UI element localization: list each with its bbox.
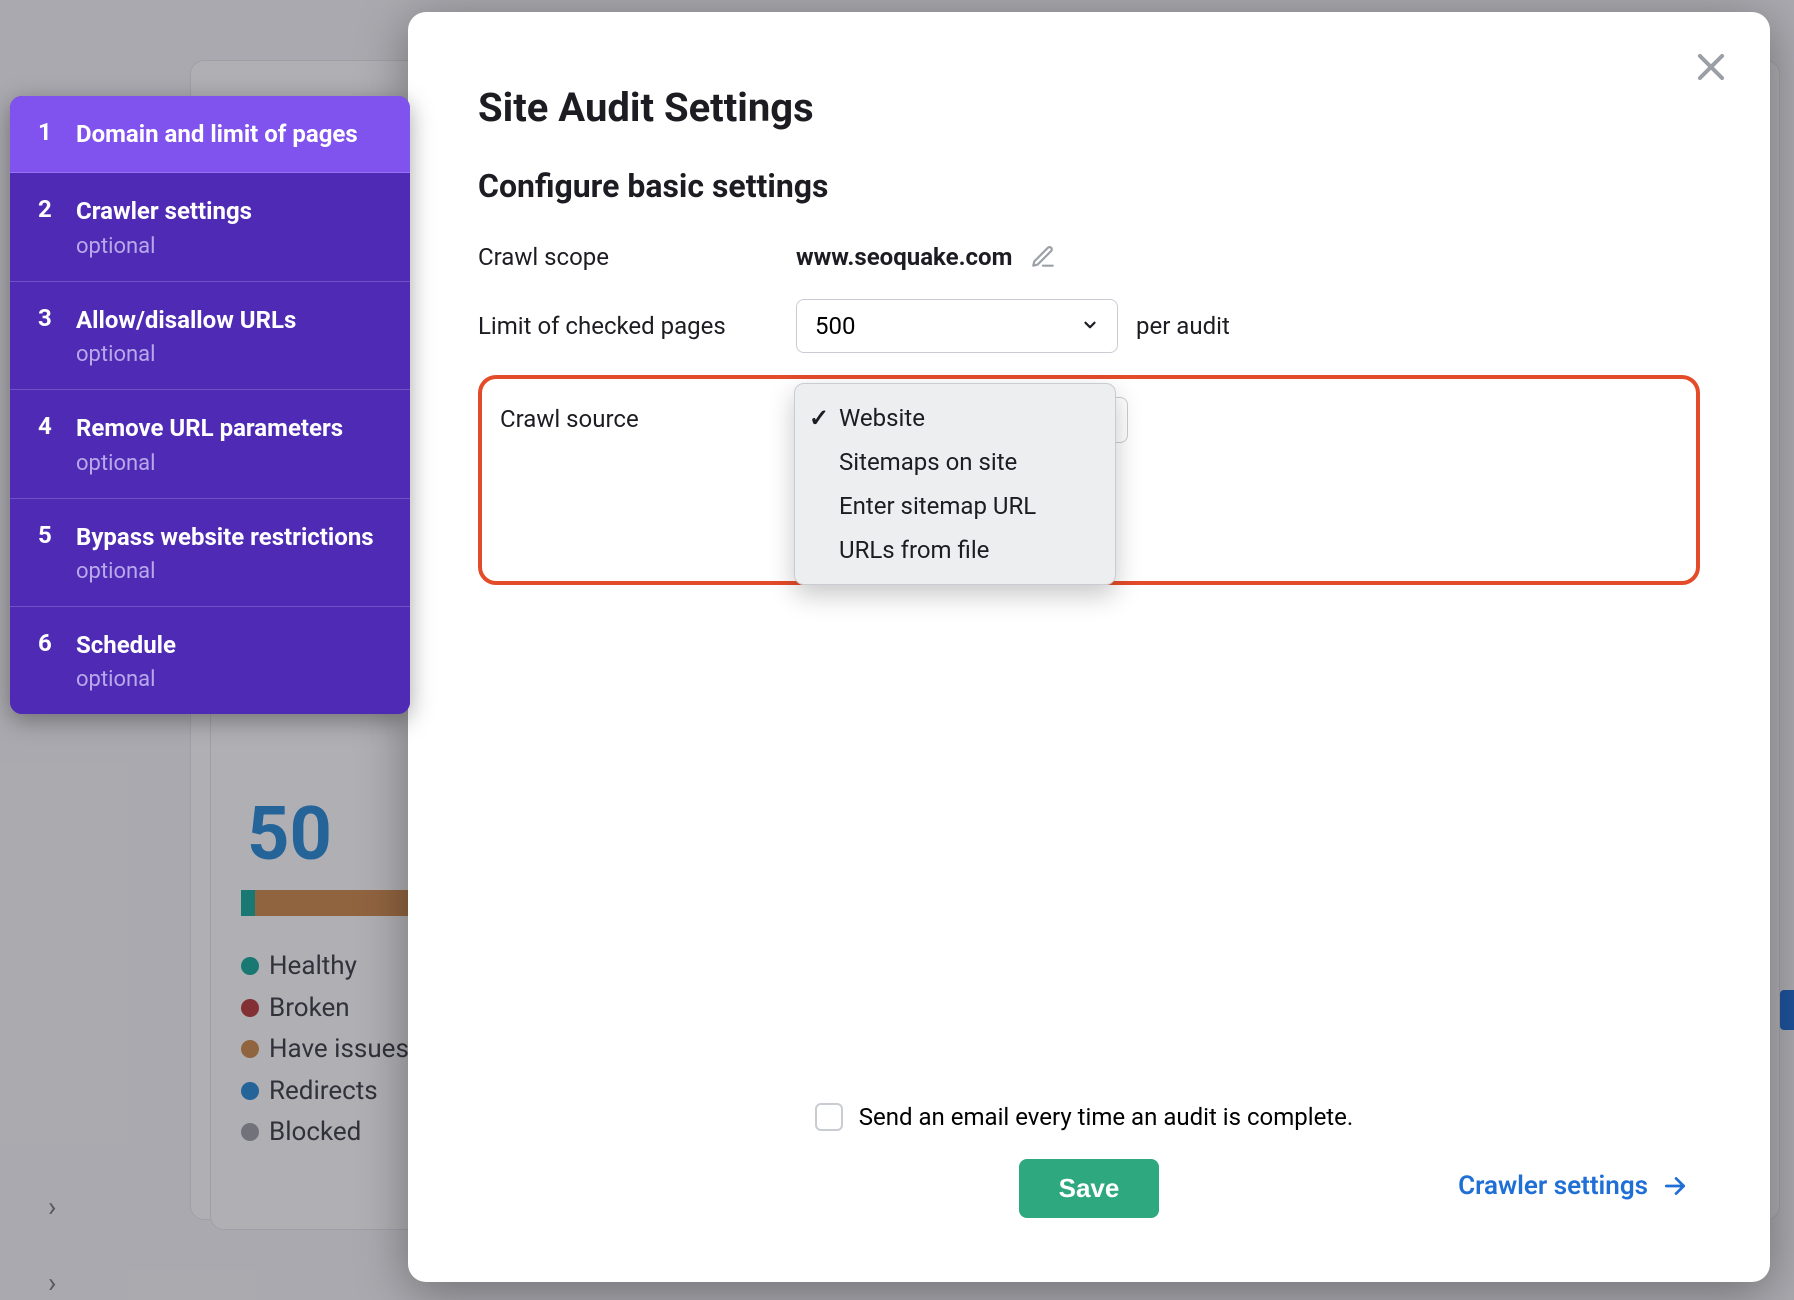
wizard-step-num: 1 xyxy=(38,118,56,146)
wizard-step-num: 4 xyxy=(38,412,56,440)
crawl-source-option-sitemaps[interactable]: Sitemaps on site xyxy=(795,440,1115,484)
check-icon: ✓ xyxy=(809,404,829,432)
modal-title: Site Audit Settings xyxy=(478,84,1700,131)
crawl-source-dropdown: ✓ Website Sitemaps on site Enter sitemap… xyxy=(794,383,1116,585)
wizard-step-optional: optional xyxy=(76,342,296,367)
wizard-step-num: 2 xyxy=(38,195,56,223)
limit-value: 500 xyxy=(815,312,855,340)
arrow-right-icon xyxy=(1662,1173,1688,1199)
wizard-step-title: Bypass website restrictions xyxy=(76,521,374,553)
wizard-step-title: Schedule xyxy=(76,629,176,661)
crawl-source-label: Crawl source xyxy=(500,405,782,433)
wizard-step-optional: optional xyxy=(76,559,374,584)
wizard-step-bypass[interactable]: 5 Bypass website restrictions optional xyxy=(10,499,410,607)
close-icon[interactable] xyxy=(1692,48,1730,86)
wizard-step-crawler[interactable]: 2 Crawler settings optional xyxy=(10,173,410,281)
wizard-step-schedule[interactable]: 6 Schedule optional xyxy=(10,607,410,714)
limit-select[interactable]: 500 xyxy=(796,299,1118,353)
email-checkbox[interactable] xyxy=(815,1103,843,1131)
wizard-step-num: 3 xyxy=(38,304,56,332)
option-label: Enter sitemap URL xyxy=(839,492,1036,520)
wizard-step-title: Allow/disallow URLs xyxy=(76,304,296,336)
wizard-step-optional: optional xyxy=(76,451,343,476)
chevron-down-icon xyxy=(1081,312,1099,340)
crawl-scope-value: www.seoquake.com xyxy=(796,243,1012,271)
email-notify-row: Send an email every time an audit is com… xyxy=(468,1103,1700,1131)
crawl-scope-label: Crawl scope xyxy=(478,243,778,271)
wizard-step-title: Domain and limit of pages xyxy=(76,118,358,150)
wizard-step-optional: optional xyxy=(76,667,176,692)
wizard-step-remove-params[interactable]: 4 Remove URL parameters optional xyxy=(10,390,410,498)
option-label: URLs from file xyxy=(839,536,989,564)
modal-footer: Send an email every time an audit is com… xyxy=(478,1103,1700,1218)
wizard-step-num: 5 xyxy=(38,521,56,549)
wizard-step-domain[interactable]: 1 Domain and limit of pages xyxy=(10,96,410,173)
wizard-step-num: 6 xyxy=(38,629,56,657)
crawl-source-highlight: Crawl source ✓ Website Sitemaps on site … xyxy=(478,375,1700,585)
wizard-steps: 1 Domain and limit of pages 2 Crawler se… xyxy=(10,96,410,714)
limit-label: Limit of checked pages xyxy=(478,312,778,340)
email-checkbox-label: Send an email every time an audit is com… xyxy=(859,1103,1353,1131)
wizard-step-title: Remove URL parameters xyxy=(76,412,343,444)
option-label: Sitemaps on site xyxy=(839,448,1017,476)
next-step-label: Crawler settings xyxy=(1458,1171,1648,1201)
crawl-source-option-sitemap-url[interactable]: Enter sitemap URL xyxy=(795,484,1115,528)
next-step-link[interactable]: Crawler settings xyxy=(1458,1171,1688,1201)
option-label: Website xyxy=(839,404,925,432)
wizard-step-allow-disallow[interactable]: 3 Allow/disallow URLs optional xyxy=(10,282,410,390)
settings-modal: Site Audit Settings Configure basic sett… xyxy=(408,12,1770,1282)
crawl-source-option-urls-file[interactable]: URLs from file xyxy=(795,528,1115,572)
per-audit-label: per audit xyxy=(1136,312,1230,340)
crawl-source-option-website[interactable]: ✓ Website xyxy=(795,396,1115,440)
pencil-icon[interactable] xyxy=(1030,244,1056,270)
wizard-step-optional: optional xyxy=(76,234,252,259)
modal-subtitle: Configure basic settings xyxy=(478,167,1700,205)
crawl-scope-row: Crawl scope www.seoquake.com xyxy=(478,243,1700,271)
save-button[interactable]: Save xyxy=(1019,1159,1160,1218)
wizard-step-title: Crawler settings xyxy=(76,195,252,227)
limit-row: Limit of checked pages 500 per audit xyxy=(478,299,1700,353)
